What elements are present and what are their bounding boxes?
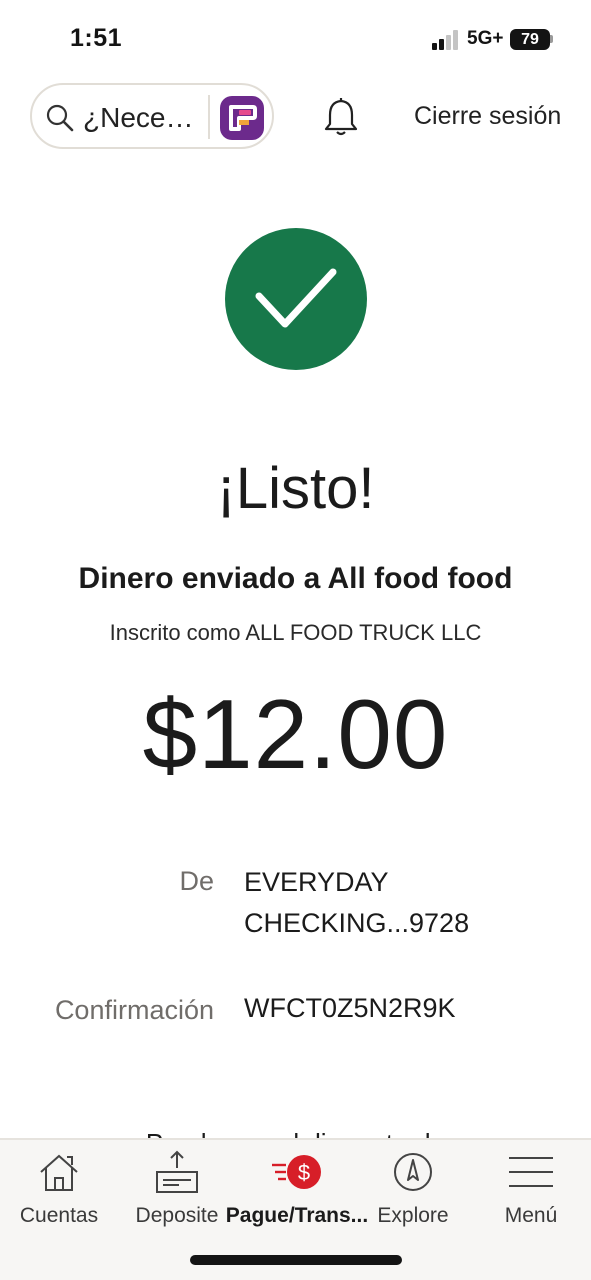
success-check-icon bbox=[225, 228, 367, 370]
search-icon bbox=[46, 104, 74, 132]
search-input[interactable]: ¿Nece… bbox=[83, 102, 193, 134]
status-bar: 1:51 5G+ 79 bbox=[0, 0, 591, 78]
search-bar[interactable]: ¿Nece… bbox=[30, 83, 274, 149]
nav-label-menu: Menú bbox=[504, 1204, 558, 1227]
home-indicator[interactable] bbox=[190, 1255, 402, 1265]
nav-item-deposit[interactable]: Deposite bbox=[132, 1140, 222, 1240]
recipient-heading: Dinero enviado a All food food bbox=[78, 562, 513, 595]
network-type: 5G+ bbox=[467, 28, 504, 49]
signout-button[interactable]: Cierre sesión bbox=[414, 102, 561, 131]
from-label: De bbox=[179, 866, 214, 896]
from-account-value: EVERYDAY CHECKING...9728 bbox=[244, 867, 470, 938]
nav-item-pay-transfer[interactable]: $ Pague/Trans... bbox=[224, 1140, 370, 1240]
menu-icon bbox=[509, 1157, 553, 1187]
home-icon bbox=[40, 1154, 78, 1191]
nav-label-accounts: Cuentas bbox=[19, 1204, 99, 1227]
deposit-icon bbox=[156, 1150, 198, 1193]
battery-icon: 79 bbox=[510, 29, 550, 50]
nav-item-menu[interactable]: Menú bbox=[490, 1140, 572, 1240]
svg-text:$: $ bbox=[298, 1160, 310, 1185]
compass-icon bbox=[394, 1153, 432, 1191]
confirmation-label: Confirmación bbox=[54, 995, 214, 1025]
cellular-signal-icon bbox=[432, 30, 462, 50]
payment-confirmation-screen: 1:51 5G+ 79 ¿Nece… Cierre sesión ¡Listo!… bbox=[0, 0, 591, 1280]
pay-transfer-icon: $ bbox=[272, 1155, 321, 1189]
status-time: 1:51 bbox=[70, 24, 123, 52]
nav-item-accounts[interactable]: Cuentas bbox=[12, 1140, 106, 1240]
bell-icon[interactable] bbox=[322, 97, 360, 137]
success-title: ¡Listo! bbox=[216, 456, 375, 521]
search-divider bbox=[208, 95, 210, 139]
nav-label-deposit: Deposite bbox=[135, 1204, 219, 1227]
nav-item-explore[interactable]: Explore bbox=[372, 1140, 454, 1240]
recipient-enrolled-name: Inscrito como ALL FOOD TRUCK LLC bbox=[109, 620, 482, 645]
fargo-assistant-icon[interactable] bbox=[220, 96, 264, 140]
nav-label-pay-transfer: Pague/Trans... bbox=[225, 1204, 369, 1227]
battery-cap bbox=[550, 35, 553, 43]
confirmation-number: WFCT0Z5N2R9K bbox=[244, 993, 456, 1023]
nav-label-explore: Explore bbox=[377, 1204, 449, 1227]
payment-amount: $12.00 bbox=[142, 679, 449, 789]
